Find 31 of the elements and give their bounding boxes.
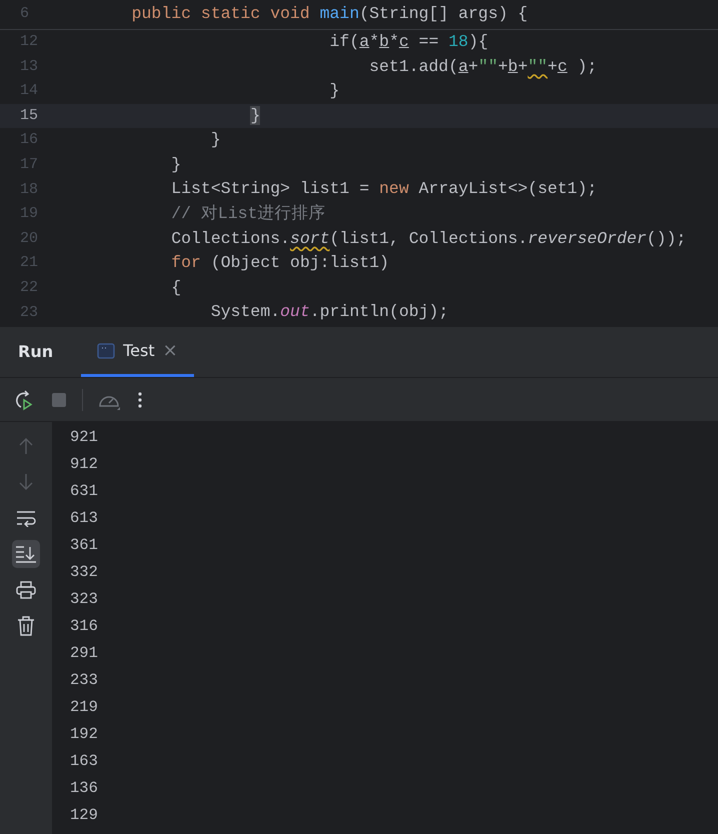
- console-output-line: 233: [70, 670, 98, 691]
- code-line: if(a*b*c == 18){: [328, 30, 488, 53]
- console-output-line: 291: [70, 643, 98, 664]
- console-output-line: 613: [70, 508, 98, 529]
- code-line: set1.add(a+""+b+""+c );: [368, 56, 598, 78]
- console-output-line: 129: [70, 805, 98, 826]
- console-output-line: 136: [70, 778, 98, 799]
- code-line: for (Object obj:list1): [170, 252, 390, 274]
- console-output-line: 361: [70, 535, 98, 556]
- scroll-to-end-icon[interactable]: [12, 540, 40, 568]
- code-line: {: [170, 276, 182, 299]
- console-output-line: 192: [70, 724, 98, 745]
- panel-title: Run: [18, 341, 54, 363]
- console-output-line: 912: [70, 454, 98, 475]
- code-line: }: [210, 129, 221, 152]
- console-output-line: 631: [70, 481, 98, 502]
- code-line: }: [328, 80, 340, 102]
- console-output-line: 316: [70, 616, 98, 637]
- line-number: 15: [19, 106, 40, 126]
- terminal-icon: [97, 342, 116, 358]
- code-line: Collections.sort(list1, Collections.reverseOrder());: [170, 228, 686, 250]
- code-line: System.out.println(obj);: [210, 301, 448, 324]
- code-line: public static void main(String[] args) {: [130, 3, 528, 26]
- console-output-line: 323: [70, 589, 98, 610]
- code-line: // 对List进行排序: [170, 203, 326, 226]
- console-output-line: 219: [70, 697, 98, 718]
- code-line: List<String> list1 = new ArrayList<>(set1);: [170, 178, 598, 200]
- code-line: }: [170, 154, 182, 176]
- console-output-line: 332: [70, 562, 98, 583]
- console-output-line: 921: [70, 427, 98, 448]
- console-output-line: 163: [70, 751, 98, 772]
